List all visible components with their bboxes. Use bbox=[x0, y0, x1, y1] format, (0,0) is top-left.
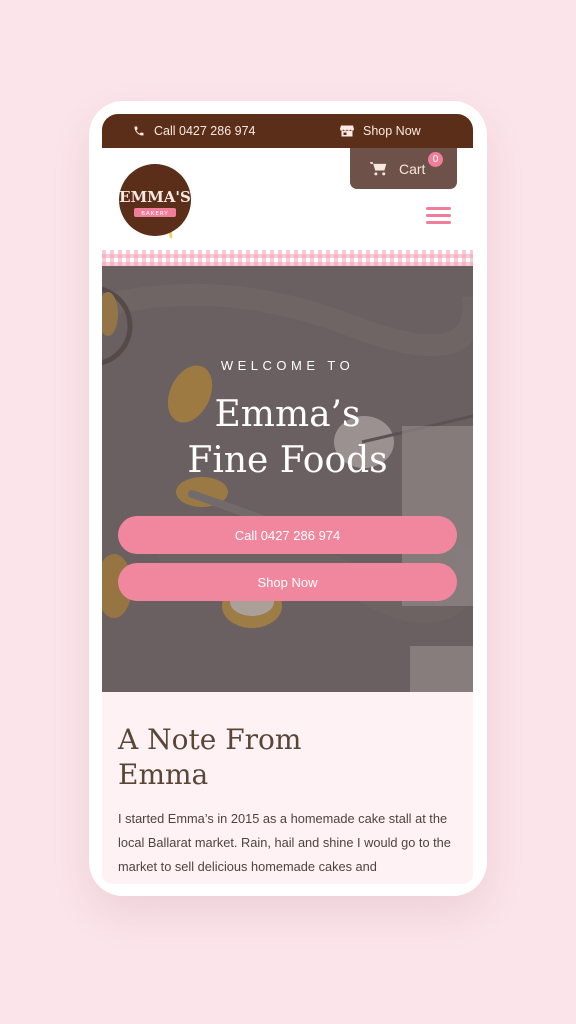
note-heading-line-1: A Note From bbox=[118, 723, 302, 756]
cart-count-badge: 0 bbox=[428, 152, 443, 167]
phone-icon bbox=[133, 125, 145, 137]
note-section: A Note From Emma I started Emma’s in 201… bbox=[102, 692, 473, 884]
top-bar: Call 0427 286 974 Shop Now bbox=[102, 114, 473, 148]
mobile-screen: Call 0427 286 974 Shop Now EMMA'S BAKERY bbox=[102, 114, 473, 884]
hamburger-menu-icon[interactable] bbox=[426, 206, 452, 224]
topbar-call-link[interactable]: Call 0427 286 974 bbox=[133, 114, 255, 148]
topbar-call-label: Call 0427 286 974 bbox=[154, 124, 256, 138]
note-heading: A Note From Emma bbox=[118, 722, 418, 792]
store-icon bbox=[340, 125, 354, 137]
logo-subtext: BAKERY bbox=[141, 211, 168, 217]
note-body-text: I started Emma’s in 2015 as a homemade c… bbox=[118, 811, 451, 874]
hero-welcome-text: WELCOME TO bbox=[220, 358, 355, 373]
hero-title-line-2: Fine Foods bbox=[187, 440, 388, 481]
call-button[interactable]: Call 0427 286 974 bbox=[118, 516, 457, 554]
cart-icon bbox=[370, 161, 387, 176]
hero-title: Emma’s Fine Foods bbox=[102, 392, 473, 484]
shop-now-button[interactable]: Shop Now bbox=[118, 563, 457, 601]
emmas-bakery-logo[interactable]: EMMA'S BAKERY bbox=[118, 164, 192, 244]
hero-title-line-1: Emma’s bbox=[214, 394, 361, 435]
logo-text: EMMA'S bbox=[119, 188, 191, 206]
topbar-shop-link[interactable]: Shop Now bbox=[340, 114, 421, 148]
gingham-divider bbox=[102, 250, 473, 266]
cart-button[interactable]: Cart 0 bbox=[350, 148, 457, 189]
site-header: EMMA'S BAKERY Cart 0 bbox=[102, 148, 473, 250]
cart-label: Cart bbox=[399, 160, 426, 177]
hero-section: WELCOME TO Emma’s Fine Foods Call 0427 2… bbox=[102, 266, 473, 692]
topbar-shop-label: Shop Now bbox=[363, 124, 421, 138]
note-heading-line-2: Emma bbox=[118, 758, 209, 791]
